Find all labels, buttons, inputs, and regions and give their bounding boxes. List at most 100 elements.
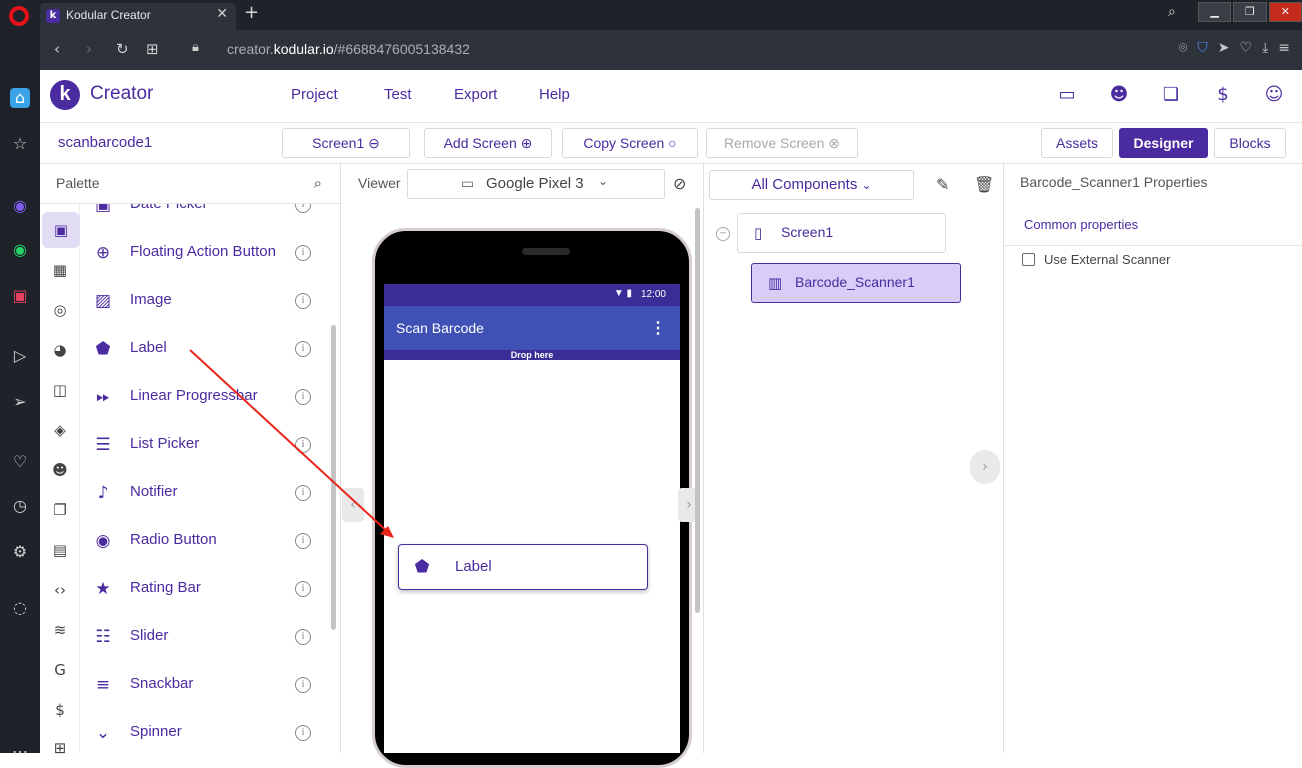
player-icon[interactable]: ▷ [10, 346, 30, 366]
info-icon[interactable]: i [295, 204, 311, 213]
hidden-components-eye-icon[interactable]: ⊘ [673, 174, 686, 193]
palette-item-rating-bar[interactable]: ★ Rating Bar i [80, 564, 330, 612]
code-category-icon[interactable]: ‹› [50, 580, 70, 600]
palette-scrollbar[interactable] [331, 325, 336, 630]
components-filter-select[interactable]: All Components ⌄ [709, 170, 914, 200]
menu-test[interactable]: Test [384, 86, 412, 103]
tab-search-icon[interactable]: ⌕ [1168, 4, 1176, 20]
camera-icon[interactable]: ⌾ [1179, 40, 1187, 56]
palette-item-date-picker[interactable]: ▣ Date Picker i [80, 204, 330, 228]
rename-pencil-icon[interactable]: ✎ [936, 175, 949, 194]
home-icon[interactable]: ⌂ [10, 88, 30, 108]
instagram-icon[interactable]: ▣ [10, 286, 30, 306]
info-icon[interactable]: i [295, 341, 311, 357]
screen-select[interactable]: Screen1 ⊖ [282, 128, 410, 158]
info-icon[interactable]: i [295, 485, 311, 501]
phone-app-bar[interactable]: Scan Barcode ⋮ [384, 306, 680, 350]
blocks-button[interactable]: Blocks [1214, 128, 1286, 158]
maps-category-icon[interactable]: ◫ [50, 380, 70, 400]
device-select[interactable]: ▭ Google Pixel 3 ⌄ [407, 169, 665, 199]
star-bookmark-icon[interactable]: ☆ [10, 134, 30, 154]
dollar-icon[interactable]: $ [1212, 84, 1234, 106]
opera-logo-icon[interactable] [9, 6, 29, 26]
info-icon[interactable]: i [295, 629, 311, 645]
minimize-icon[interactable]: ▁ [1198, 2, 1232, 22]
copy-screen-button[interactable]: Copy Screen ○ [562, 128, 698, 158]
palette-item-radio-button[interactable]: ◉ Radio Button i [80, 516, 330, 564]
app-logo-text[interactable]: Creator [90, 83, 153, 105]
more-icon[interactable]: … [10, 738, 30, 758]
collapse-panel-arrow-icon[interactable]: › [970, 450, 1000, 484]
whatsapp-icon[interactable]: ◉ [10, 240, 30, 260]
restore-icon[interactable]: ❐ [1233, 2, 1267, 22]
viewer-left-arrow-icon[interactable]: ‹ [342, 488, 364, 522]
sensors-category-icon[interactable]: ◈ [50, 420, 70, 440]
info-icon[interactable]: i [295, 389, 311, 405]
window-close-icon[interactable]: ✕ [1268, 2, 1302, 22]
info-icon[interactable]: i [295, 293, 311, 309]
collapse-tree-icon[interactable]: − [716, 227, 730, 241]
info-icon[interactable]: i [295, 581, 311, 597]
tree-node-barcode-scanner1[interactable]: ▥ Barcode_Scanner1 [751, 263, 961, 303]
send-flow-icon[interactable]: ➢ [10, 392, 30, 412]
remove-screen-button[interactable]: Remove Screen ⊗ [706, 128, 858, 158]
search-icon[interactable]: ⌕ [314, 174, 322, 192]
palette-item-image[interactable]: ▨ Image i [80, 276, 330, 324]
delete-trash-icon[interactable]: 🗑︎ [974, 175, 994, 194]
info-icon[interactable]: i [295, 725, 311, 741]
storage-category-icon[interactable]: ❐ [50, 500, 70, 520]
google-category-icon[interactable]: G [50, 660, 70, 680]
overflow-menu-icon[interactable]: ⋮ [650, 318, 666, 338]
palette-item-label[interactable]: ⬟ Label i [80, 324, 330, 372]
palette-item-linear-progressbar[interactable]: ⏩︎ Linear Progressbar i [80, 372, 330, 420]
menu-lines-icon[interactable]: ≡ [1278, 40, 1290, 56]
palette-item-floating-action-button[interactable]: ⊕ Floating Action Button i [80, 228, 330, 276]
properties-section-tab[interactable]: Common properties [1004, 204, 1302, 246]
palette-item-list-picker[interactable]: ☰ List Picker i [80, 420, 330, 468]
social-category-icon[interactable]: ☻ [50, 460, 70, 480]
assets-button[interactable]: Assets [1041, 128, 1113, 158]
designer-button[interactable]: Designer [1119, 128, 1208, 158]
use-external-scanner-checkbox[interactable] [1022, 253, 1035, 266]
settings-icon[interactable]: ⚙ [10, 542, 30, 562]
dragging-label-component[interactable]: ⬟ Label [398, 544, 648, 590]
speed-dial-icon[interactable]: ⊞ [146, 40, 159, 58]
url-field[interactable]: creator.kodular.io/#6688476005138432 [227, 41, 470, 57]
library-icon[interactable]: ❏ [1160, 84, 1182, 106]
media-category-icon[interactable]: ◎ [50, 300, 70, 320]
download-icon[interactable]: ⤓ [1262, 40, 1268, 56]
info-icon[interactable]: i [295, 245, 311, 261]
history-icon[interactable]: ◷ [10, 496, 30, 516]
folder-star-icon[interactable]: ▭ [1056, 84, 1078, 106]
info-icon[interactable]: i [295, 677, 311, 693]
monetization-category-icon[interactable]: $ [50, 700, 70, 720]
menu-project[interactable]: Project [291, 86, 338, 103]
back-icon[interactable]: ‹ [54, 40, 60, 58]
layout-category-icon[interactable]: ▦ [50, 260, 70, 280]
lightbulb-icon[interactable]: ◌ [10, 598, 30, 618]
forward-icon[interactable]: › [86, 40, 92, 58]
palette-item-notifier[interactable]: ♪ Notifier i [80, 468, 330, 516]
messenger-icon[interactable]: ◉ [10, 196, 30, 216]
tree-node-screen1[interactable]: ▯ Screen1 [737, 213, 946, 253]
browser-tab[interactable]: k Kodular Creator ✕ [40, 3, 236, 30]
reload-icon[interactable]: ↻ [116, 40, 129, 58]
extensions-category-icon[interactable]: ⊞ [50, 738, 70, 758]
palette-item-snackbar[interactable]: ≡ Snackbar i [80, 660, 330, 708]
viewer-scrollbar[interactable] [695, 208, 700, 613]
tab-close-icon[interactable]: ✕ [216, 6, 228, 22]
heart-sidebar-icon[interactable]: ♡ [10, 452, 30, 472]
drawing-category-icon[interactable]: ◕ [50, 340, 70, 360]
send-icon[interactable]: ➤ [1218, 40, 1230, 56]
connectivity-category-icon[interactable]: ≋ [50, 620, 70, 640]
new-tab-icon[interactable]: + [244, 2, 259, 23]
info-icon[interactable]: i [295, 437, 311, 453]
user-interface-category-icon[interactable]: ▣ [42, 212, 80, 248]
palette-item-slider[interactable]: ☷ Slider i [80, 612, 330, 660]
community-icon[interactable]: ☻ [1108, 84, 1130, 106]
add-screen-button[interactable]: Add Screen ⊕ [424, 128, 552, 158]
utilities-category-icon[interactable]: ▤ [50, 540, 70, 560]
palette-item-spinner[interactable]: ⌄ Spinner i [80, 708, 330, 753]
kodular-logo-icon[interactable]: k [50, 80, 80, 110]
heart-icon[interactable]: ♡ [1240, 40, 1253, 56]
